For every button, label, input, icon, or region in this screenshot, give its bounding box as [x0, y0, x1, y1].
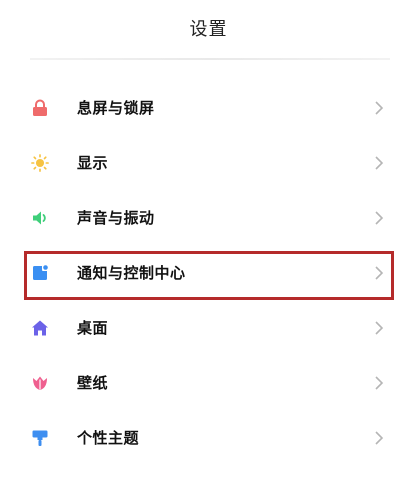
settings-item-display[interactable]: 显示: [0, 135, 417, 190]
paint-roller-icon: [31, 429, 49, 447]
settings-item-label: 息屏与锁屏: [77, 99, 155, 117]
settings-item-label: 桌面: [77, 319, 109, 337]
settings-item-sound[interactable]: 声音与振动: [0, 190, 417, 245]
settings-item-label: 声音与振动: [77, 209, 155, 227]
lock-icon: [31, 99, 49, 117]
header-divider: [30, 58, 390, 60]
chevron-right-icon: [374, 210, 384, 226]
settings-screen: 设置 息屏与锁屏 显示 声音与振动 通知与控制中心 桌面 壁纸 个性主题: [0, 0, 417, 477]
home-icon: [31, 319, 49, 337]
settings-item-home-screen[interactable]: 桌面: [0, 300, 417, 355]
page-title: 设置: [189, 19, 228, 40]
settings-item-label: 通知与控制中心: [77, 264, 186, 282]
sun-icon: [31, 153, 49, 172]
settings-item-themes[interactable]: 个性主题: [0, 410, 417, 465]
settings-item-label: 显示: [77, 154, 109, 172]
notification-icon: [31, 264, 49, 282]
header: 设置: [0, 0, 417, 56]
chevron-right-icon: [374, 430, 384, 446]
settings-list: 息屏与锁屏 显示 声音与振动 通知与控制中心 桌面 壁纸 个性主题: [0, 80, 417, 465]
speaker-icon: [31, 209, 49, 227]
chevron-right-icon: [374, 375, 384, 391]
settings-item-notifications[interactable]: 通知与控制中心: [0, 245, 417, 300]
chevron-right-icon: [374, 320, 384, 336]
settings-item-lock-screen[interactable]: 息屏与锁屏: [0, 80, 417, 135]
chevron-right-icon: [374, 155, 384, 171]
chevron-right-icon: [374, 100, 384, 116]
settings-item-label: 个性主题: [77, 429, 140, 447]
chevron-right-icon: [374, 265, 384, 281]
tulip-icon: [31, 374, 49, 392]
settings-item-wallpaper[interactable]: 壁纸: [0, 355, 417, 410]
settings-item-label: 壁纸: [77, 374, 109, 392]
